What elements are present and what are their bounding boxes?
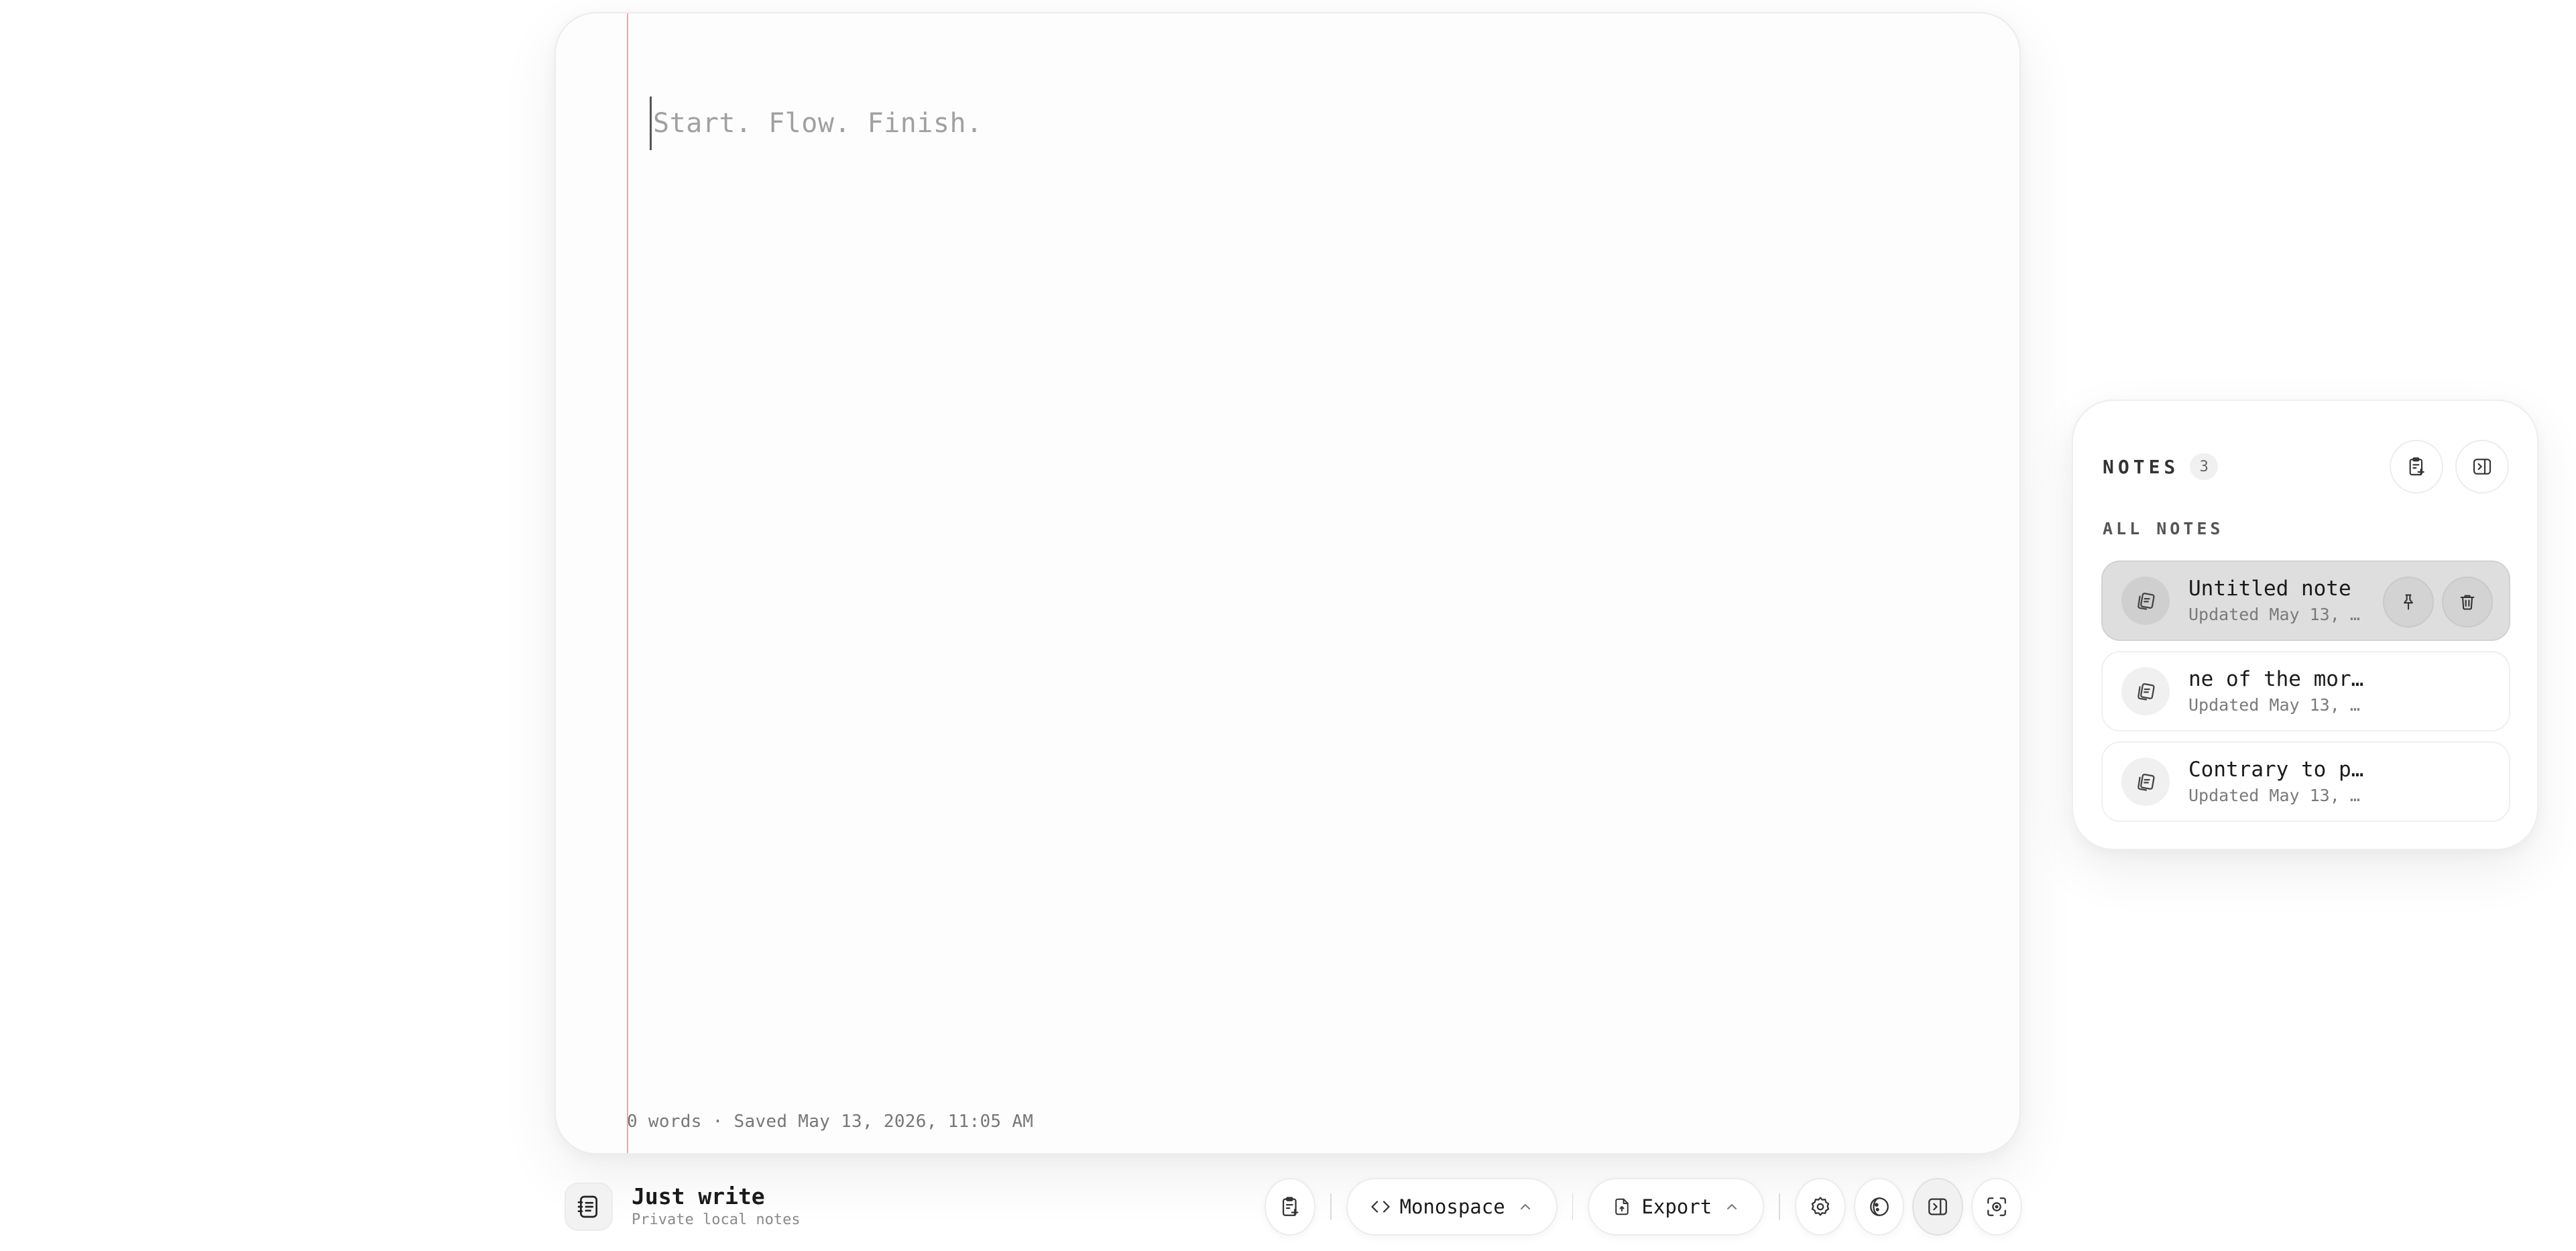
note-title: Contrary to p… [2188,758,2364,782]
export-label: Export [1641,1195,1712,1218]
pin-note-button[interactable] [2383,577,2434,628]
writing-paper: Start. Flow. Finish. 0 words · Saved May… [554,12,2021,1154]
bottom-toolbar: Monospace Export [1265,1177,2022,1236]
margin-line [627,13,628,1153]
close-panel-button[interactable] [2455,440,2509,493]
chevron-up-icon [1724,1199,1740,1215]
note-item[interactable]: ne of the mor… Updated May 13, … [2101,651,2510,731]
notes-stack-icon [2134,589,2157,612]
theme-toggle-button[interactable] [1853,1178,1905,1236]
sidebar-close-icon [2471,456,2493,477]
notes-panel-title: NOTES [2103,455,2180,478]
toolbar-divider [1330,1193,1332,1220]
focus-mode-button[interactable] [1971,1178,2022,1236]
notes-panel: NOTES 3 ALL NOTES Untitled note Updated … [2072,400,2538,850]
settings-button[interactable] [1794,1178,1846,1236]
file-export-icon [1612,1197,1632,1217]
delete-note-button[interactable] [2442,577,2493,628]
new-note-icon [1279,1195,1301,1218]
chevron-up-icon [1517,1199,1533,1215]
theme-icon [1868,1195,1891,1218]
editor-textarea[interactable]: Start. Flow. Finish. [650,97,1977,150]
note-item[interactable]: Contrary to p… Updated May 13, … [2101,741,2510,822]
new-note-icon [2406,456,2427,477]
panel-new-note-button[interactable] [2390,440,2443,493]
notes-stack-icon [2134,770,2157,793]
sidebar-toggle-icon [1926,1195,1949,1218]
sidebar-toggle-button[interactable] [1912,1178,1964,1236]
notebook-icon [575,1193,602,1220]
toolbar-divider [1572,1193,1574,1220]
note-title: Untitled note [2188,577,2351,601]
note-avatar [2121,667,2170,715]
all-notes-label: ALL NOTES [2103,519,2224,538]
notes-panel-header: NOTES 3 [2103,440,2509,493]
code-icon [1370,1197,1391,1217]
note-updated: Updated May 13, … [2188,695,2360,715]
app-tagline: Private local notes [632,1211,801,1228]
app-name: Just write [632,1183,765,1209]
notes-stack-icon [2134,680,2157,703]
note-title: ne of the mor… [2188,667,2364,691]
toolbar-divider [1779,1193,1780,1220]
font-select-label: Monospace [1399,1195,1505,1218]
trash-icon [2458,593,2477,611]
notes-count-badge: 3 [2190,453,2219,480]
note-updated: Updated May 13, … [2188,786,2360,805]
note-avatar [2121,577,2170,625]
note-item[interactable]: Untitled note Updated May 13, … [2101,560,2510,641]
pin-icon [2399,593,2418,611]
new-note-button[interactable] [1265,1178,1315,1236]
app-brand: Just write Private local notes [565,1181,801,1232]
settings-icon [1809,1195,1832,1218]
note-avatar [2121,758,2170,806]
export-button[interactable]: Export [1588,1178,1765,1236]
save-status: 0 words · Saved May 13, 2026, 11:05 AM [627,1112,1034,1132]
note-updated: Updated May 13, … [2188,605,2360,624]
ruled-lines [556,13,2019,1153]
notes-list: Untitled note Updated May 13, … ne of th… [2101,560,2510,832]
font-select-button[interactable]: Monospace [1346,1178,1558,1236]
focus-icon [1985,1195,2008,1218]
app-logo [565,1183,613,1231]
